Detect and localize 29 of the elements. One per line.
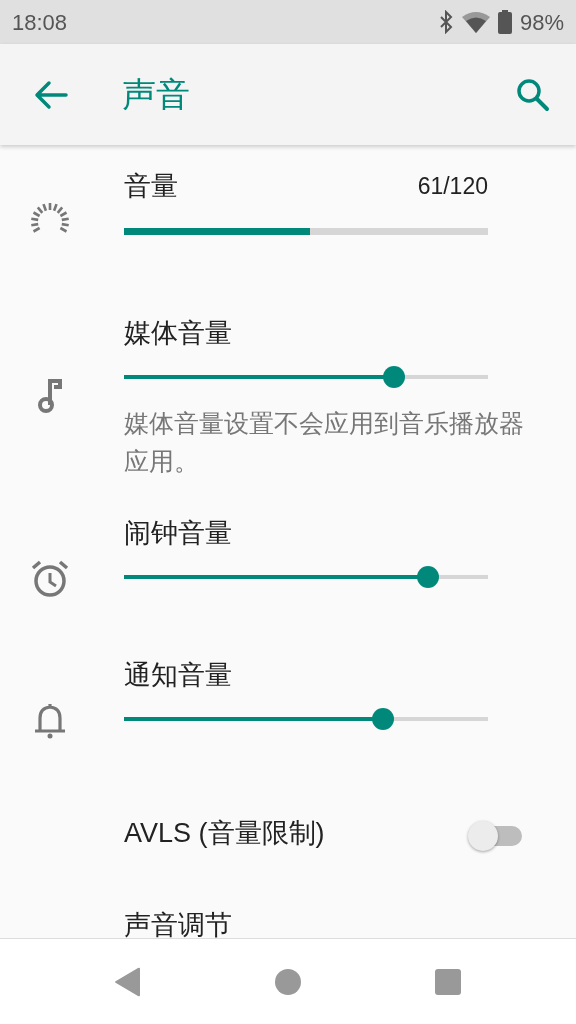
- setting-summary: 媒体音量设置不会应用到音乐播放器应用。: [124, 408, 525, 477]
- back-nav-icon[interactable]: [114, 966, 142, 997]
- volume-slider[interactable]: [124, 565, 488, 590]
- volume-slider[interactable]: [124, 365, 488, 390]
- back-arrow-icon[interactable]: [34, 79, 68, 110]
- screen-title: 声音: [122, 74, 190, 115]
- setting-title: AVLS (音量限制): [124, 817, 325, 851]
- slider-thumb[interactable]: [416, 566, 439, 589]
- bluetooth-icon: [437, 10, 454, 34]
- battery-icon: [497, 10, 512, 34]
- setting-title: 声音调节: [124, 909, 232, 938]
- music-note-icon: [38, 379, 62, 413]
- setting-title: 通知音量: [124, 659, 233, 692]
- home-nav-icon[interactable]: [274, 967, 302, 996]
- volume-reading: 61/120: [417, 172, 488, 202]
- alarm-clock-icon: [31, 560, 69, 598]
- setting-title: 音量: [124, 170, 178, 203]
- slider-thumb[interactable]: [383, 366, 406, 389]
- recents-nav-icon[interactable]: [434, 967, 462, 996]
- battery-percent: 98%: [519, 8, 564, 37]
- setting-title: 闹钟音量: [124, 517, 233, 550]
- status-time: 18:08: [12, 8, 68, 37]
- bell-icon: [34, 701, 66, 739]
- wifi-icon: [461, 11, 490, 33]
- volume-slider[interactable]: [124, 707, 488, 732]
- setting-title: 媒体音量: [124, 317, 233, 350]
- search-icon[interactable]: [516, 77, 550, 112]
- slider-thumb[interactable]: [371, 708, 394, 731]
- volume-dial-icon: [29, 200, 71, 235]
